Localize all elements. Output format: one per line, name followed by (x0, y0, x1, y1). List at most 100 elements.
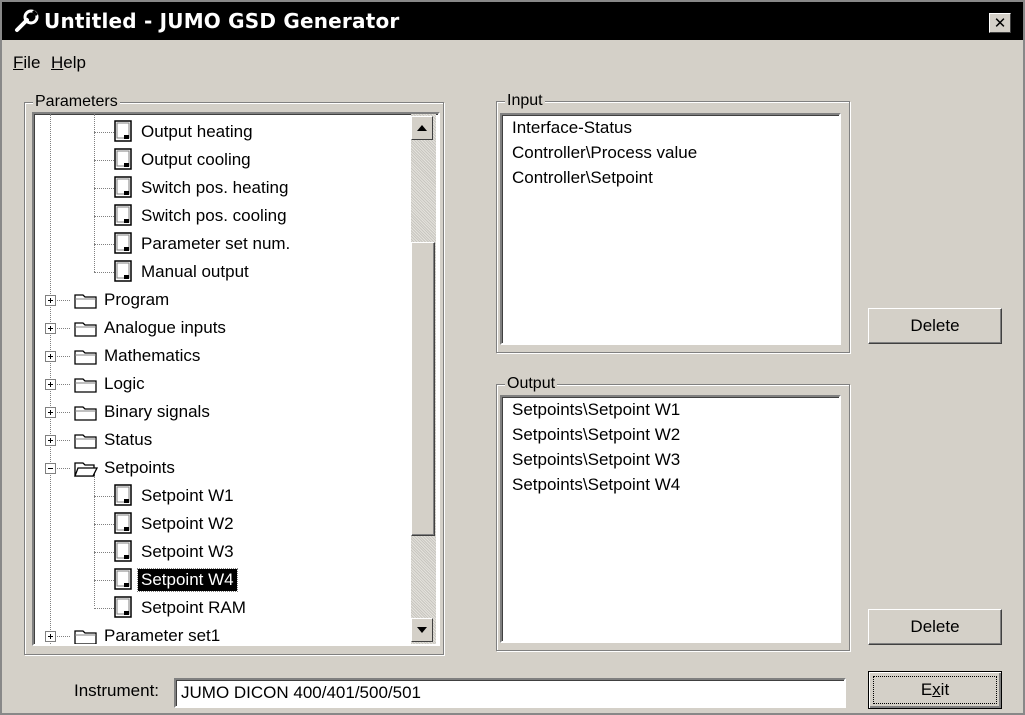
delete-input-button[interactable]: Delete (868, 308, 1002, 344)
tree-item[interactable]: Setpoint W3 (114, 538, 237, 566)
document-icon (114, 512, 132, 534)
focus-rect (873, 676, 997, 704)
tree-folder-label: Program (104, 290, 170, 309)
delete-output-label: Delete (910, 617, 960, 636)
document-icon (114, 260, 132, 282)
tree-guide (94, 474, 95, 606)
tree-folder[interactable]: Analogue inputs (74, 314, 229, 342)
collapse-icon[interactable] (45, 463, 56, 474)
tree-item[interactable]: Output heating (114, 118, 256, 146)
tree-item-label: Setpoint W3 (141, 542, 234, 561)
tree-folder[interactable]: Status (74, 426, 155, 454)
input-list[interactable]: Interface-Status Controller\Process value… (500, 113, 841, 345)
tree-folder[interactable]: Setpoints (74, 454, 178, 482)
tree-item[interactable]: Switch pos. heating (114, 174, 291, 202)
delete-input-label: Delete (910, 316, 960, 335)
tree-folder-label: Analogue inputs (104, 318, 226, 337)
wrench-icon (15, 9, 39, 32)
list-item[interactable]: Setpoints\Setpoint W4 (512, 475, 680, 495)
document-icon (114, 232, 132, 254)
tree-folder[interactable]: Binary signals (74, 398, 213, 426)
document-icon (114, 120, 132, 142)
arrow-down-icon (417, 627, 427, 633)
tree-item[interactable]: Setpoint RAM (114, 594, 249, 622)
document-icon (114, 204, 132, 226)
tree-folder-label: Status (104, 430, 153, 449)
tree-item-label: Parameter set num. (141, 234, 291, 253)
expand-icon[interactable] (45, 379, 56, 390)
scroll-thumb[interactable] (411, 242, 435, 536)
tree-folder[interactable]: Logic (74, 370, 148, 398)
exit-button[interactable]: Exit (868, 671, 1002, 709)
tree-item-label: Output heating (141, 122, 253, 141)
scroll-up-button[interactable] (411, 116, 433, 140)
output-group-label: Output (505, 374, 558, 394)
folder-icon (74, 378, 97, 393)
tree-guide (94, 552, 114, 553)
tree-guide (94, 216, 114, 217)
tree-item-label: Setpoint W2 (141, 514, 234, 533)
output-list[interactable]: Setpoints\Setpoint W1 Setpoints\Setpoint … (500, 395, 841, 643)
list-item[interactable]: Setpoints\Setpoint W1 (512, 400, 680, 420)
menu-file-label: File (13, 53, 41, 72)
tree-folder-label: Mathematics (104, 346, 201, 365)
tree-folder-label: Setpoints (104, 458, 175, 477)
menu-file[interactable]: File (13, 53, 40, 73)
tree-guide (94, 188, 114, 189)
menu-help[interactable]: Help (51, 53, 86, 73)
tree-item[interactable]: Output cooling (114, 146, 254, 174)
tree-item[interactable]: Setpoint W1 (114, 482, 237, 510)
tree-guide (94, 132, 114, 133)
menu-help-label: Help (51, 53, 86, 72)
title-bar[interactable]: Untitled - JUMO GSD Generator ✕ (2, 2, 1023, 40)
tree-folder[interactable]: Parameter set1 (74, 622, 223, 645)
tree-item[interactable]: Setpoint W4 (114, 566, 238, 594)
list-item[interactable]: Controller\Setpoint (512, 168, 653, 188)
expand-icon[interactable] (45, 407, 56, 418)
scroll-down-button[interactable] (411, 618, 433, 642)
tree-folder-label: Binary signals (104, 402, 210, 421)
instrument-label: Instrument: (74, 681, 160, 700)
document-icon (114, 176, 132, 198)
tree-guide (94, 524, 114, 525)
tree-item-label: Setpoint RAM (141, 598, 246, 617)
tree-guide (94, 114, 95, 272)
expand-icon[interactable] (45, 295, 56, 306)
tree-guide (94, 580, 114, 581)
tree-item[interactable]: Parameter set num. (114, 230, 293, 258)
expand-icon[interactable] (45, 435, 56, 446)
tree-folder-label: Parameter set1 (104, 626, 221, 645)
arrow-up-icon (417, 125, 427, 131)
expand-icon[interactable] (45, 351, 56, 362)
tree-guide (94, 160, 114, 161)
list-item[interactable]: Setpoints\Setpoint W3 (512, 450, 680, 470)
window-title: Untitled - JUMO GSD Generator (44, 9, 400, 33)
instrument-field[interactable]: JUMO DICON 400/401/500/501 (174, 678, 846, 708)
tree-folder[interactable]: Program (74, 286, 172, 314)
app-window: Untitled - JUMO GSD Generator ✕ File Hel… (0, 0, 1025, 715)
tree-item-label: Output cooling (141, 150, 251, 169)
tree-item[interactable]: Setpoint W2 (114, 510, 237, 538)
folder-icon (74, 350, 97, 365)
tree-guide (94, 244, 114, 245)
folder-icon (74, 294, 97, 309)
close-icon: ✕ (993, 14, 1007, 32)
parameters-tree[interactable]: Output heating Output cooling Switch pos. … (32, 112, 440, 646)
list-item[interactable]: Controller\Process value (512, 143, 697, 163)
expand-icon[interactable] (45, 631, 56, 642)
delete-output-button[interactable]: Delete (868, 609, 1002, 645)
tree-item[interactable]: Switch pos. cooling (114, 202, 290, 230)
tree-item-label: Manual output (141, 262, 249, 281)
document-icon (114, 148, 132, 170)
list-item[interactable]: Interface-Status (512, 118, 632, 138)
expand-icon[interactable] (45, 323, 56, 334)
tree-folder[interactable]: Mathematics (74, 342, 203, 370)
folder-icon (74, 434, 97, 449)
document-icon (114, 484, 132, 506)
close-button[interactable]: ✕ (989, 13, 1011, 33)
folder-icon (74, 406, 97, 421)
tree-item[interactable]: Manual output (114, 258, 252, 286)
folder-icon (74, 630, 97, 644)
list-item[interactable]: Setpoints\Setpoint W2 (512, 425, 680, 445)
parameters-group-label: Parameters (33, 92, 120, 112)
